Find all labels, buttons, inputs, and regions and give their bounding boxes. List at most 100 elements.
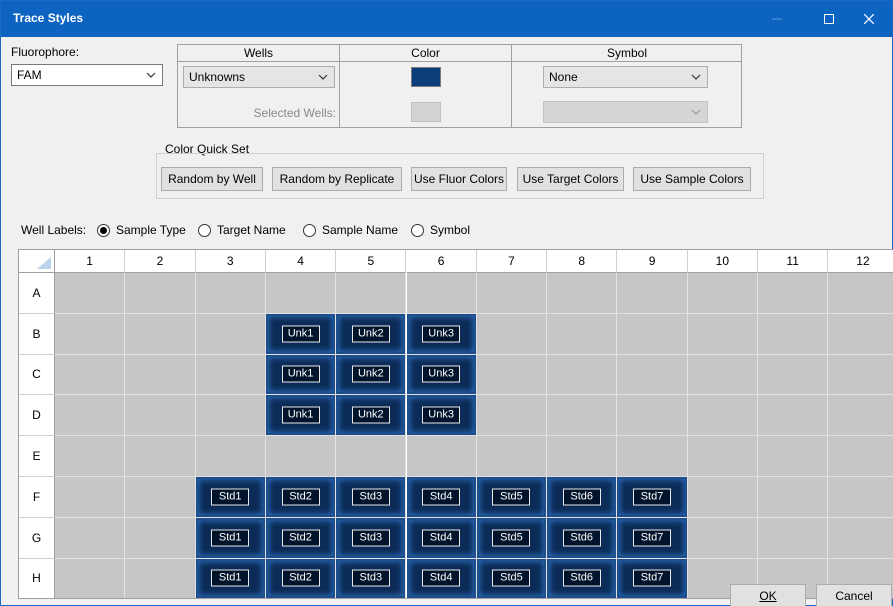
well-A9[interactable]	[617, 273, 688, 314]
well-E2[interactable]	[125, 436, 196, 477]
well-C3[interactable]	[195, 354, 266, 396]
column-header-1[interactable]: 1	[55, 250, 126, 273]
column-header-8[interactable]: 8	[547, 250, 618, 273]
well-F8[interactable]: Std6	[547, 477, 618, 518]
fluorophore-select[interactable]: FAM	[11, 64, 163, 86]
well-G8[interactable]: Std6	[547, 517, 618, 559]
well-A12[interactable]	[828, 273, 893, 314]
well-G4[interactable]: Std2	[265, 517, 337, 559]
well-D7[interactable]	[476, 395, 548, 437]
radio-sample-type-label[interactable]: Sample Type	[116, 223, 186, 237]
minimize-icon[interactable]	[754, 1, 800, 37]
well-F11[interactable]	[758, 477, 829, 518]
random-by-replicate-button[interactable]: Random by Replicate	[272, 167, 402, 191]
radio-symbol-label[interactable]: Symbol	[430, 223, 470, 237]
well-D5[interactable]: Unk2	[336, 395, 407, 437]
well-D1[interactable]	[55, 395, 126, 437]
random-by-well-button[interactable]: Random by Well	[161, 167, 263, 191]
wells-select[interactable]: Unknowns	[183, 66, 335, 88]
well-H2[interactable]	[125, 558, 196, 598]
column-header-5[interactable]: 5	[336, 250, 407, 273]
well-C5[interactable]: Unk2	[336, 354, 407, 396]
radio-target-name-label[interactable]: Target Name	[217, 223, 286, 237]
well-D3[interactable]	[195, 395, 266, 437]
well-E6[interactable]	[406, 436, 477, 477]
radio-sample-name[interactable]	[303, 224, 316, 237]
radio-target-name[interactable]	[198, 224, 211, 237]
well-D8[interactable]	[547, 395, 618, 437]
well-A3[interactable]	[195, 273, 266, 314]
well-F1[interactable]	[55, 477, 126, 518]
well-H8[interactable]: Std6	[547, 558, 618, 598]
well-A8[interactable]	[547, 273, 618, 314]
radio-sample-name-label[interactable]: Sample Name	[322, 223, 398, 237]
column-header-7[interactable]: 7	[476, 250, 548, 273]
column-header-3[interactable]: 3	[195, 250, 266, 273]
well-C4[interactable]: Unk1	[265, 354, 337, 396]
well-E5[interactable]	[336, 436, 407, 477]
well-E8[interactable]	[547, 436, 618, 477]
well-B9[interactable]	[617, 313, 688, 355]
well-F10[interactable]	[687, 477, 758, 518]
well-D9[interactable]	[617, 395, 688, 437]
well-A6[interactable]	[406, 273, 477, 314]
row-header-E[interactable]: E	[19, 436, 55, 477]
well-F7[interactable]: Std5	[476, 477, 548, 518]
well-H4[interactable]: Std2	[265, 558, 337, 598]
row-header-G[interactable]: G	[19, 517, 55, 559]
well-F3[interactable]: Std1	[195, 477, 266, 518]
well-C2[interactable]	[125, 354, 196, 396]
column-header-11[interactable]: 11	[758, 250, 829, 273]
well-H7[interactable]: Std5	[476, 558, 548, 598]
well-D12[interactable]	[828, 395, 893, 437]
well-E11[interactable]	[758, 436, 829, 477]
well-C11[interactable]	[758, 354, 829, 396]
well-C7[interactable]	[476, 354, 548, 396]
well-G12[interactable]	[828, 517, 893, 559]
well-E12[interactable]	[828, 436, 893, 477]
well-G7[interactable]: Std5	[476, 517, 548, 559]
radio-symbol[interactable]	[411, 224, 424, 237]
well-C1[interactable]	[55, 354, 126, 396]
well-C10[interactable]	[687, 354, 758, 396]
close-icon[interactable]	[846, 1, 892, 37]
well-G5[interactable]: Std3	[336, 517, 407, 559]
well-F2[interactable]	[125, 477, 196, 518]
well-B2[interactable]	[125, 313, 196, 355]
well-D10[interactable]	[687, 395, 758, 437]
well-E7[interactable]	[476, 436, 548, 477]
column-header-12[interactable]: 12	[828, 250, 893, 273]
well-B6[interactable]: Unk3	[406, 313, 477, 355]
ok-button[interactable]: OK	[730, 584, 806, 606]
well-C12[interactable]	[828, 354, 893, 396]
well-D6[interactable]: Unk3	[406, 395, 477, 437]
row-header-D[interactable]: D	[19, 395, 55, 437]
well-H3[interactable]: Std1	[195, 558, 266, 598]
well-E10[interactable]	[687, 436, 758, 477]
well-E9[interactable]	[617, 436, 688, 477]
well-D2[interactable]	[125, 395, 196, 437]
well-B7[interactable]	[476, 313, 548, 355]
row-header-C[interactable]: C	[19, 354, 55, 396]
well-A7[interactable]	[476, 273, 548, 314]
well-B5[interactable]: Unk2	[336, 313, 407, 355]
well-B12[interactable]	[828, 313, 893, 355]
well-E3[interactable]	[195, 436, 266, 477]
row-header-H[interactable]: H	[19, 558, 55, 598]
well-B10[interactable]	[687, 313, 758, 355]
symbol-select[interactable]: None	[543, 66, 708, 88]
well-C9[interactable]	[617, 354, 688, 396]
well-F5[interactable]: Std3	[336, 477, 407, 518]
column-header-9[interactable]: 9	[617, 250, 688, 273]
well-H5[interactable]: Std3	[336, 558, 407, 598]
well-G1[interactable]	[55, 517, 126, 559]
well-B8[interactable]	[547, 313, 618, 355]
row-header-F[interactable]: F	[19, 477, 55, 518]
well-A5[interactable]	[336, 273, 407, 314]
column-header-6[interactable]: 6	[406, 250, 477, 273]
well-B1[interactable]	[55, 313, 126, 355]
row-header-A[interactable]: A	[19, 273, 55, 314]
well-A1[interactable]	[55, 273, 126, 314]
well-H6[interactable]: Std4	[406, 558, 477, 598]
well-C6[interactable]: Unk3	[406, 354, 477, 396]
